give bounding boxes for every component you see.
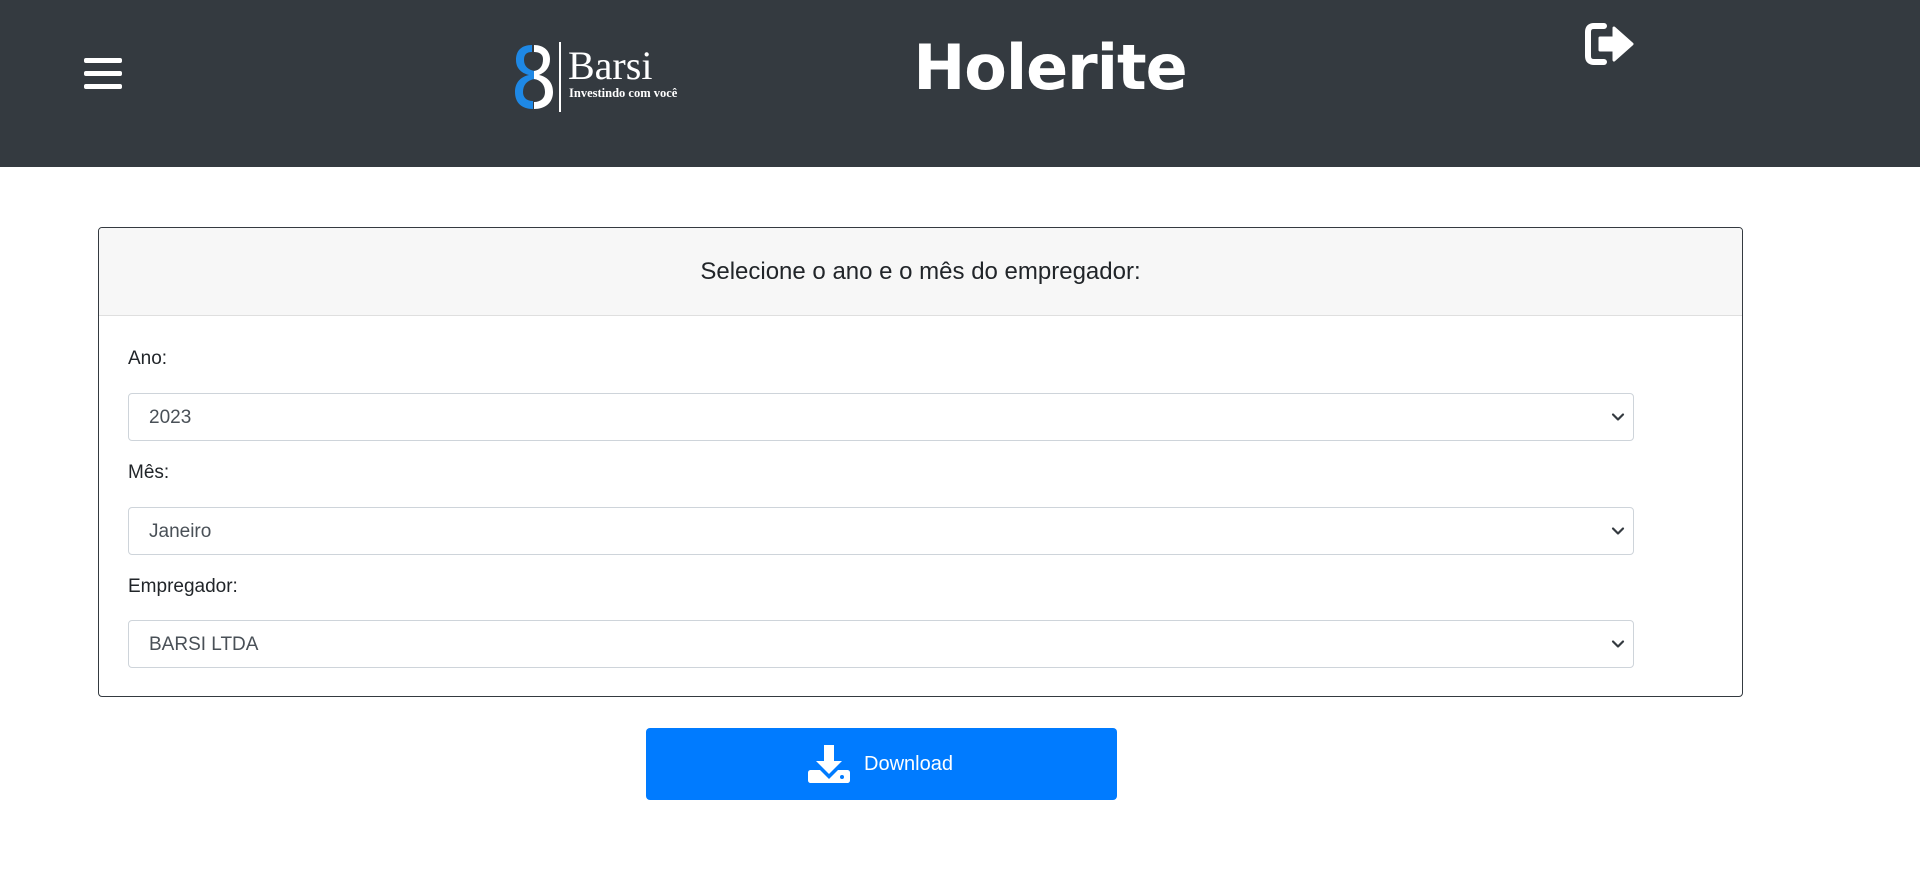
employer-select-value: BARSI LTDA bbox=[149, 634, 259, 655]
month-label: Mês: bbox=[128, 462, 170, 483]
logout-button[interactable] bbox=[1582, 20, 1636, 68]
download-button[interactable]: Download bbox=[646, 728, 1117, 800]
holerite-form-card: Selecione o ano e o mês do empregador: A… bbox=[98, 227, 1743, 697]
chevron-down-icon bbox=[1611, 640, 1625, 648]
top-navbar: Barsi Investindo com você Holerite bbox=[0, 0, 1920, 167]
logo-tagline: Investindo com você bbox=[569, 86, 678, 100]
card-heading: Selecione o ano e o mês do empregador: bbox=[99, 228, 1742, 316]
barsi-logo-icon bbox=[515, 45, 553, 109]
hamburger-menu-icon[interactable] bbox=[84, 56, 122, 90]
barsi-logo: Barsi Investindo com você bbox=[512, 42, 692, 114]
chevron-down-icon bbox=[1611, 413, 1625, 421]
year-label: Ano: bbox=[128, 348, 168, 369]
page-title: Holerite bbox=[913, 31, 1187, 104]
year-select[interactable]: 2023 bbox=[128, 393, 1634, 441]
month-select[interactable]: Janeiro bbox=[128, 507, 1634, 555]
chevron-down-icon bbox=[1611, 527, 1625, 535]
sign-out-icon bbox=[1585, 23, 1634, 65]
logo-name: Barsi bbox=[568, 43, 653, 88]
download-icon bbox=[808, 745, 850, 783]
logo-divider bbox=[559, 42, 561, 112]
month-select-value: Janeiro bbox=[149, 521, 212, 542]
employer-label: Empregador: bbox=[128, 576, 238, 597]
download-button-label: Download bbox=[864, 753, 953, 775]
year-select-value: 2023 bbox=[149, 407, 192, 428]
employer-select[interactable]: BARSI LTDA bbox=[128, 620, 1634, 668]
